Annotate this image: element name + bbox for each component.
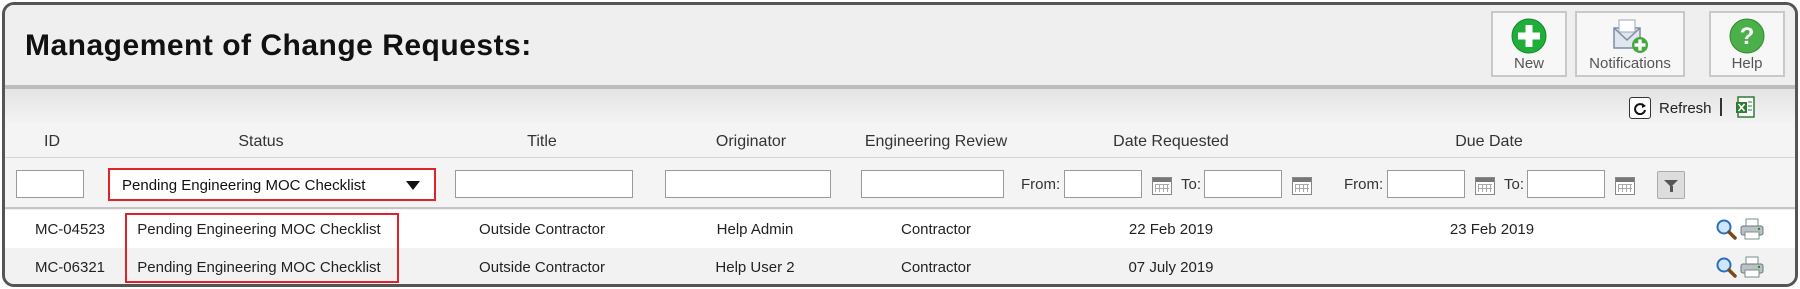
printer-icon[interactable]	[1739, 256, 1765, 278]
column-header-title[interactable]: Title	[527, 133, 557, 151]
date-requested-to-label: To:	[1181, 176, 1202, 193]
originator-filter-input[interactable]	[665, 170, 831, 198]
help-button-label: Help	[1731, 55, 1763, 72]
chevron-down-icon	[406, 181, 420, 190]
grid-toolbar: Refresh	[5, 89, 1795, 125]
column-header-row: ID Status Title Originator Engineering R…	[5, 125, 1795, 157]
excel-export-icon[interactable]	[1736, 96, 1756, 118]
magnifier-icon[interactable]	[1715, 218, 1737, 240]
cell-status: Pending Engineering MOC Checklist	[137, 221, 381, 238]
filter-row: Pending Engineering MOC Checklist From: …	[5, 157, 1795, 209]
status-filter-select[interactable]: Pending Engineering MOC Checklist	[108, 168, 436, 201]
status-filter-value: Pending Engineering MOC Checklist	[122, 177, 366, 194]
toolbar-divider	[1720, 98, 1722, 116]
calendar-icon[interactable]	[1475, 177, 1495, 195]
cell-originator: Help User 2	[715, 259, 795, 276]
cell-title: Outside Contractor	[479, 221, 605, 238]
notifications-button-label: Notifications	[1589, 55, 1671, 72]
apply-filter-button[interactable]	[1657, 171, 1685, 199]
due-date-from-label: From:	[1344, 176, 1384, 193]
refresh-button[interactable]: Refresh	[1629, 96, 1712, 120]
column-header-date-requested[interactable]: Date Requested	[1113, 133, 1229, 151]
notifications-button[interactable]: Notifications	[1575, 11, 1685, 77]
plus-circle-icon	[1511, 18, 1547, 54]
svg-text:?: ?	[1740, 23, 1755, 50]
printer-icon[interactable]	[1739, 218, 1765, 240]
engineering-review-filter-input[interactable]	[861, 170, 1004, 198]
due-date-to-input[interactable]	[1527, 170, 1605, 198]
refresh-icon	[1629, 97, 1651, 119]
title-bar: Management of Change Requests: New Notif…	[5, 5, 1795, 85]
due-date-from-input[interactable]	[1387, 170, 1465, 198]
cell-date-requested: 07 July 2019	[1128, 259, 1214, 276]
calendar-icon[interactable]	[1292, 177, 1312, 195]
column-header-status[interactable]: Status	[238, 133, 283, 151]
cell-date-requested: 22 Feb 2019	[1128, 221, 1214, 238]
column-header-originator[interactable]: Originator	[716, 133, 786, 151]
cell-engineering-review: Contractor	[900, 259, 972, 276]
cell-status: Pending Engineering MOC Checklist	[137, 259, 381, 276]
table-row[interactable]: MC-04523 Pending Engineering MOC Checkli…	[5, 210, 1795, 248]
cell-originator: Help Admin	[716, 221, 794, 238]
help-button[interactable]: ? Help	[1709, 11, 1785, 77]
date-requested-to-input[interactable]	[1204, 170, 1282, 198]
row-actions	[1715, 256, 1769, 280]
date-requested-from-input[interactable]	[1064, 170, 1142, 198]
date-requested-from-label: From:	[1021, 176, 1061, 193]
title-filter-input[interactable]	[455, 170, 633, 198]
question-circle-icon: ?	[1729, 18, 1765, 54]
cell-id[interactable]: MC-04523	[35, 221, 105, 238]
id-filter-input[interactable]	[16, 170, 84, 198]
cell-id[interactable]: MC-06321	[35, 259, 105, 276]
table-row[interactable]: MC-06321 Pending Engineering MOC Checkli…	[5, 248, 1795, 284]
cell-engineering-review: Contractor	[900, 221, 972, 238]
calendar-icon[interactable]	[1152, 177, 1172, 195]
due-date-to-label: To:	[1504, 176, 1525, 193]
refresh-label: Refresh	[1659, 99, 1712, 117]
page-title: Management of Change Requests:	[25, 29, 532, 62]
cell-due-date: 23 Feb 2019	[1449, 221, 1535, 238]
new-button[interactable]: New	[1491, 11, 1567, 77]
cell-title: Outside Contractor	[479, 259, 605, 276]
moc-requests-window: Management of Change Requests: New Notif…	[2, 2, 1798, 287]
column-header-engineering-review[interactable]: Engineering Review	[865, 133, 1007, 151]
row-actions	[1715, 218, 1769, 242]
envelope-plus-icon	[1613, 19, 1648, 53]
column-header-id[interactable]: ID	[44, 133, 60, 151]
column-header-due-date[interactable]: Due Date	[1455, 133, 1523, 151]
new-button-label: New	[1513, 55, 1544, 72]
calendar-icon[interactable]	[1615, 177, 1635, 195]
magnifier-icon[interactable]	[1715, 256, 1737, 278]
